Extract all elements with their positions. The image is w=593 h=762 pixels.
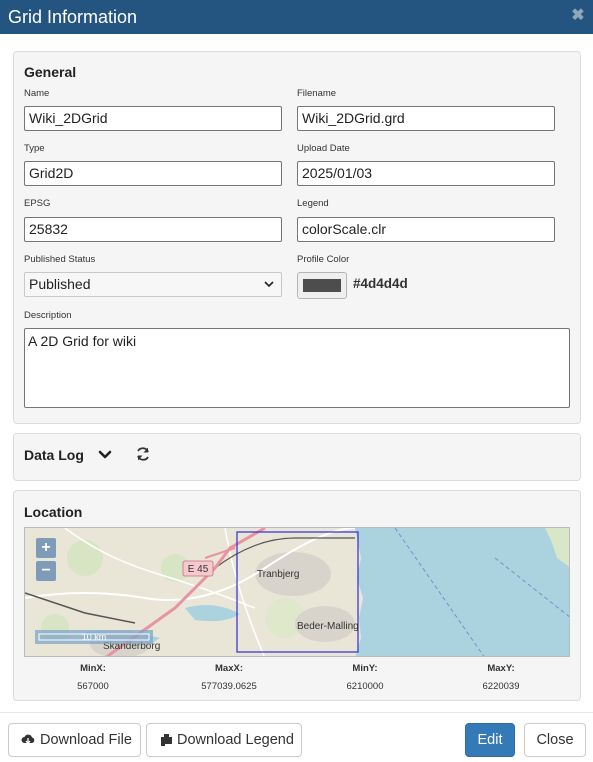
chevron-down-icon <box>264 281 274 288</box>
general-panel: General Name Wiki_2DGrid Filename Wiki_2… <box>13 51 581 424</box>
published-status-label: Published Status <box>24 254 96 265</box>
dialog-title: Grid Information <box>8 7 138 27</box>
download-legend-label: Download Legend <box>177 732 294 748</box>
type-label: Type <box>24 143 45 154</box>
data-log-heading: Data Log <box>24 447 84 463</box>
minx-label: MinX: <box>80 663 106 674</box>
published-status-value: Published <box>29 276 91 292</box>
profile-color-hex: #4d4d4d <box>353 276 408 291</box>
zoom-out-button[interactable]: − <box>36 561 56 581</box>
edit-button[interactable]: Edit <box>465 723 515 757</box>
location-heading: Location <box>24 504 83 520</box>
dialog-titlebar: Grid Information ✖ <box>0 0 593 34</box>
filename-label: Filename <box>297 88 337 99</box>
road-label: E 45 <box>188 564 209 575</box>
general-heading: General <box>24 64 77 80</box>
filename-field[interactable]: Wiki_2DGrid.grd <box>297 106 555 131</box>
maxy-value: 6220039 <box>482 681 520 692</box>
zoom-in-button[interactable]: + <box>36 538 56 558</box>
legend-field[interactable]: colorScale.clr <box>297 217 555 242</box>
upload-date-label: Upload Date <box>297 143 350 154</box>
download-file-button[interactable]: Download File <box>8 723 141 757</box>
location-panel: Location E 45 Tranbjerg Beder-Malling Sk… <box>13 490 581 701</box>
minx-value: 567000 <box>77 681 109 692</box>
description-textarea[interactable]: A 2D Grid for wiki <box>24 328 570 408</box>
miny-label: MinY: <box>352 663 378 674</box>
miny-value: 6210000 <box>346 681 384 692</box>
upload-date-field[interactable]: 2025/01/03 <box>297 161 555 186</box>
files-icon <box>161 734 172 746</box>
data-log-panel: Data Log <box>13 433 581 481</box>
profile-color-picker[interactable] <box>297 272 347 299</box>
place-label: Beder-Malling <box>297 621 359 632</box>
scale-bar-label: 10 km <box>82 632 107 642</box>
epsg-label: EPSG <box>24 198 51 209</box>
cloud-download-icon <box>21 734 35 745</box>
refresh-icon[interactable] <box>134 445 152 463</box>
download-legend-button[interactable]: Download Legend <box>146 723 302 757</box>
maxx-label: MaxX: <box>215 663 243 674</box>
published-status-select[interactable]: Published <box>24 272 282 297</box>
chevron-down-icon[interactable] <box>96 446 114 464</box>
name-label: Name <box>24 88 50 99</box>
profile-color-label: Profile Color <box>297 254 350 265</box>
maxx-value: 577039.0625 <box>201 681 257 692</box>
maxy-label: MaxY: <box>487 663 515 674</box>
type-field[interactable]: Grid2D <box>24 161 282 186</box>
epsg-field[interactable]: 25832 <box>24 217 282 242</box>
place-label: Tranbjerg <box>257 569 299 580</box>
legend-label: Legend <box>297 198 329 209</box>
footer-divider <box>0 712 593 713</box>
close-button[interactable]: Close <box>524 723 586 757</box>
location-map[interactable]: E 45 Tranbjerg Beder-Malling Skanderborg… <box>24 527 570 657</box>
close-icon[interactable]: ✖ <box>571 6 585 26</box>
name-field[interactable]: Wiki_2DGrid <box>24 106 282 131</box>
map-canvas: E 45 Tranbjerg Beder-Malling Skanderborg… <box>25 528 569 656</box>
description-label: Description <box>24 310 72 321</box>
profile-color-swatch <box>303 279 341 292</box>
download-file-label: Download File <box>40 732 132 748</box>
